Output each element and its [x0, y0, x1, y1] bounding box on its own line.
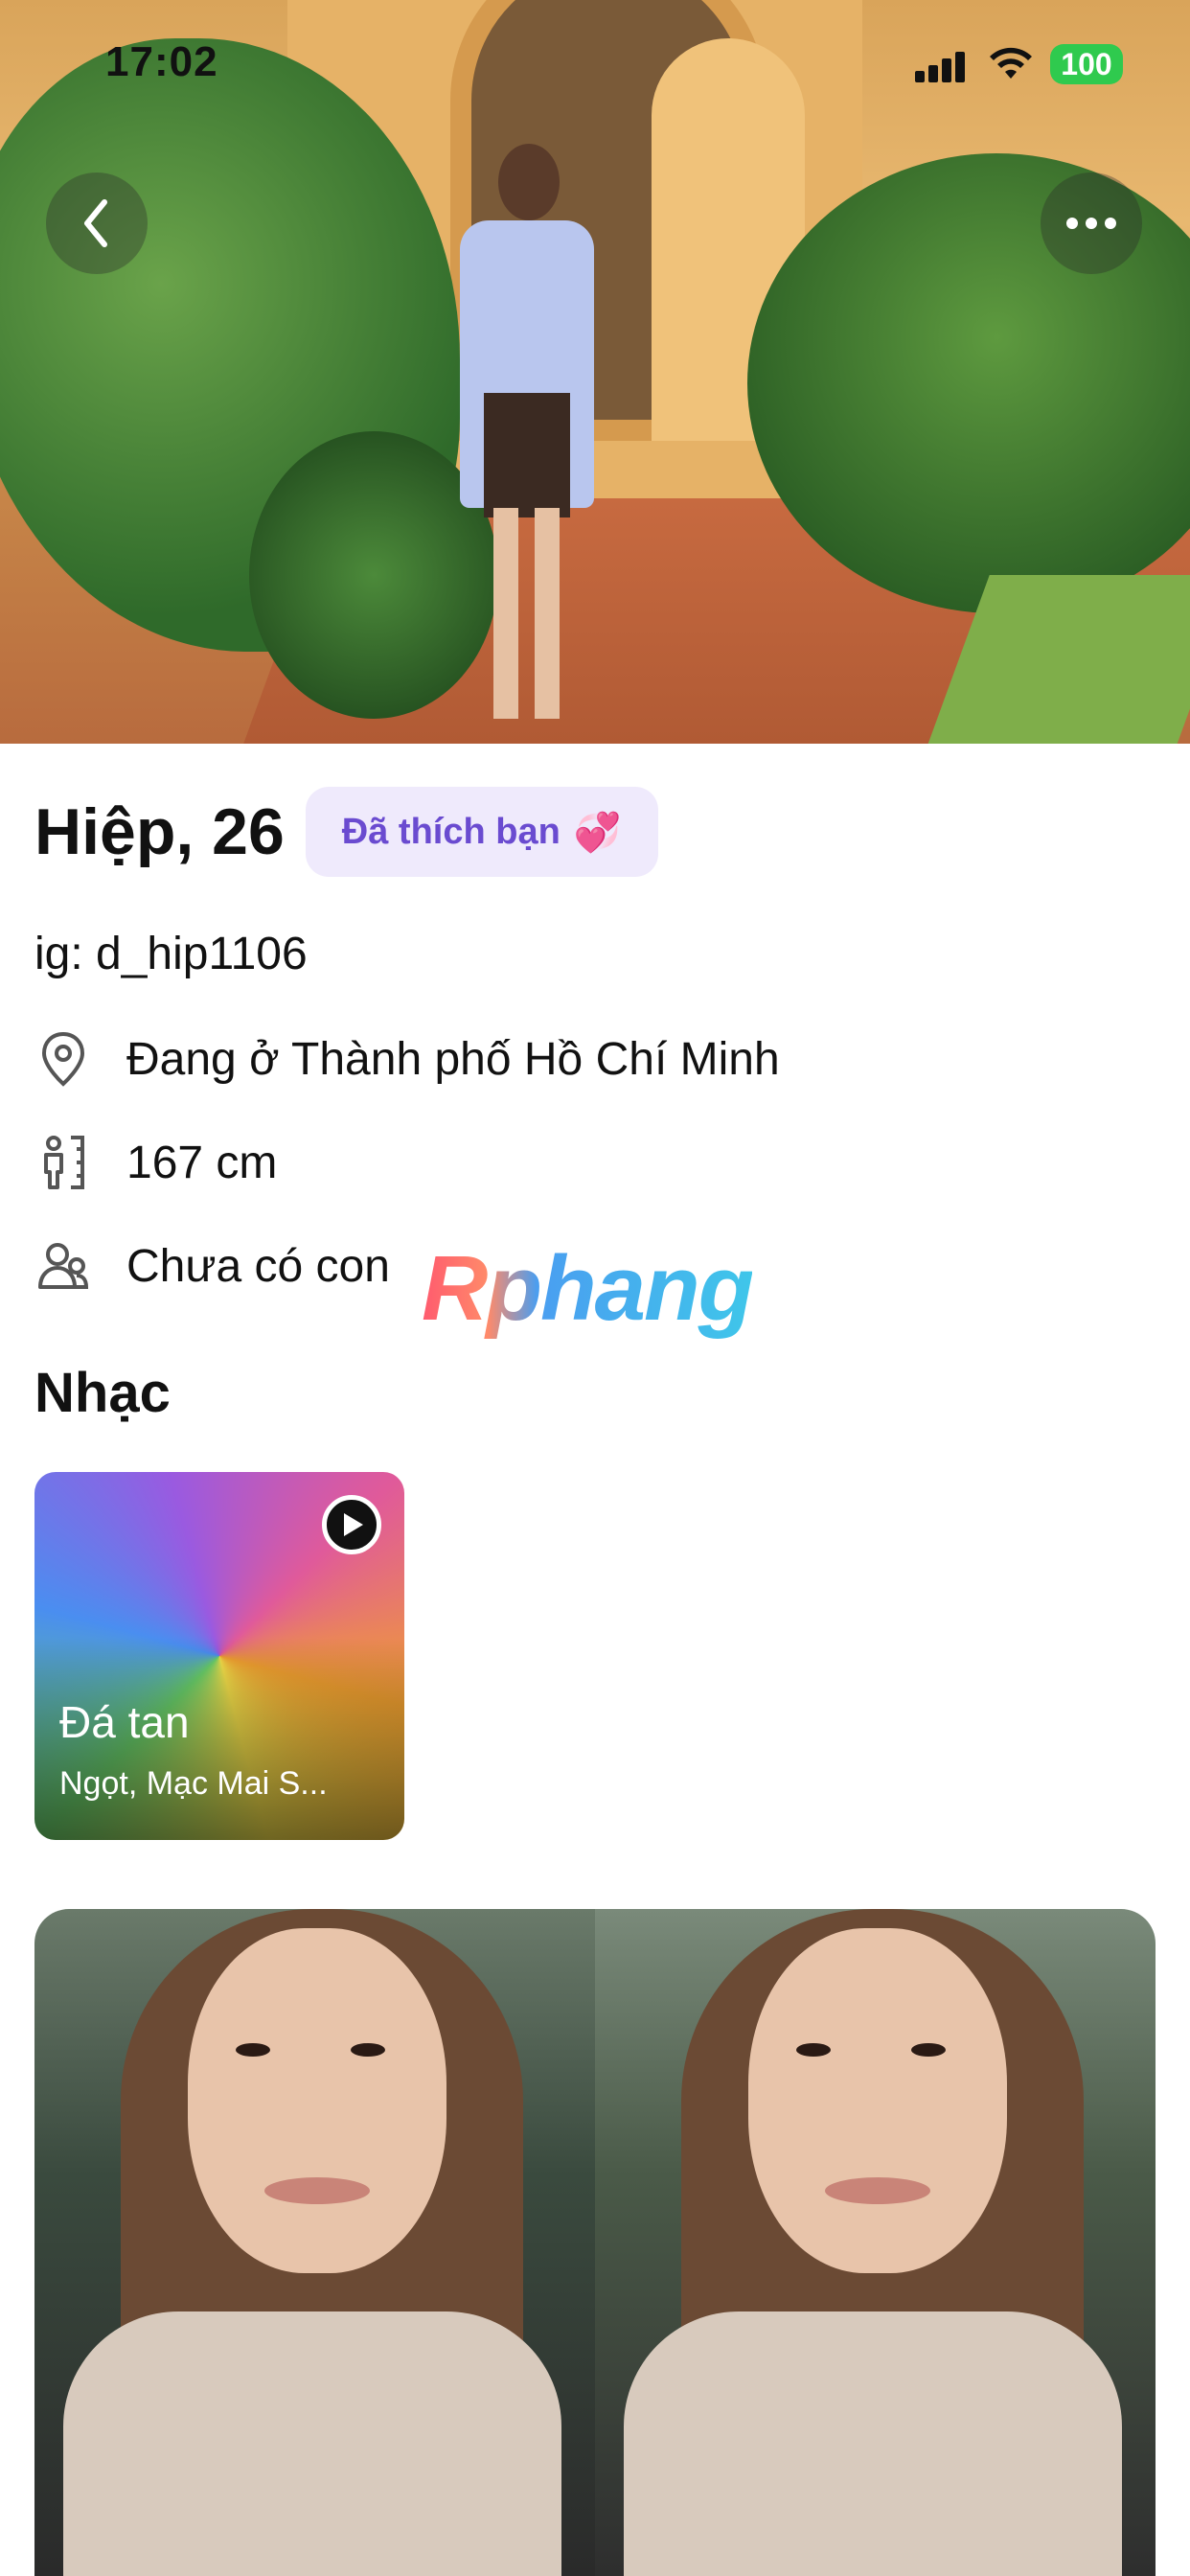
music-card[interactable]: Đá tan Ngọt, Mạc Mai S...	[34, 1472, 404, 1840]
play-icon	[344, 1513, 363, 1536]
wifi-icon	[990, 47, 1032, 79]
watermark-logo: Rphang	[422, 1237, 754, 1340]
ruler-person-icon	[34, 1134, 92, 1191]
height-row: 167 cm	[34, 1129, 277, 1196]
gallery-photo[interactable]	[34, 1909, 595, 2576]
name-row: Hiệp, 26 Đã thích bạn 💞	[34, 784, 658, 880]
play-button[interactable]	[322, 1495, 381, 1554]
children-row: Chưa có con	[34, 1232, 390, 1300]
users-icon	[34, 1237, 92, 1295]
music-section-title: Nhạc	[34, 1362, 171, 1424]
status-time: 17:02	[105, 38, 218, 85]
chevron-left-icon	[84, 199, 107, 247]
photo-gallery[interactable]	[34, 1909, 1156, 2576]
liked-you-badge: Đã thích bạn 💞	[305, 787, 658, 877]
instagram-handle: ig: d_hip1106	[34, 929, 308, 979]
ellipsis-icon	[1066, 218, 1078, 229]
person-figure	[450, 144, 594, 738]
song-artist: Ngọt, Mạc Mai S...	[59, 1765, 328, 1802]
back-button[interactable]	[46, 172, 148, 274]
more-options-button[interactable]	[1041, 172, 1142, 274]
status-bar: 17:02 100	[0, 0, 1190, 125]
children-text: Chưa có con	[126, 1240, 390, 1292]
location-pin-icon	[34, 1030, 92, 1088]
location-text: Đang ở Thành phố Hồ Chí Minh	[126, 1033, 780, 1085]
song-title: Đá tan	[59, 1697, 190, 1747]
cellular-signal-icon	[915, 50, 967, 82]
battery-indicator: 100	[1050, 44, 1123, 84]
profile-name-age: Hiệp, 26	[34, 795, 285, 868]
height-text: 167 cm	[126, 1137, 278, 1188]
heart-emoji-icon: 💞	[573, 811, 622, 854]
gallery-photo[interactable]	[595, 1909, 1156, 2576]
liked-you-label: Đã thích bạn	[341, 811, 561, 852]
location-row: Đang ở Thành phố Hồ Chí Minh	[34, 1025, 780, 1092]
